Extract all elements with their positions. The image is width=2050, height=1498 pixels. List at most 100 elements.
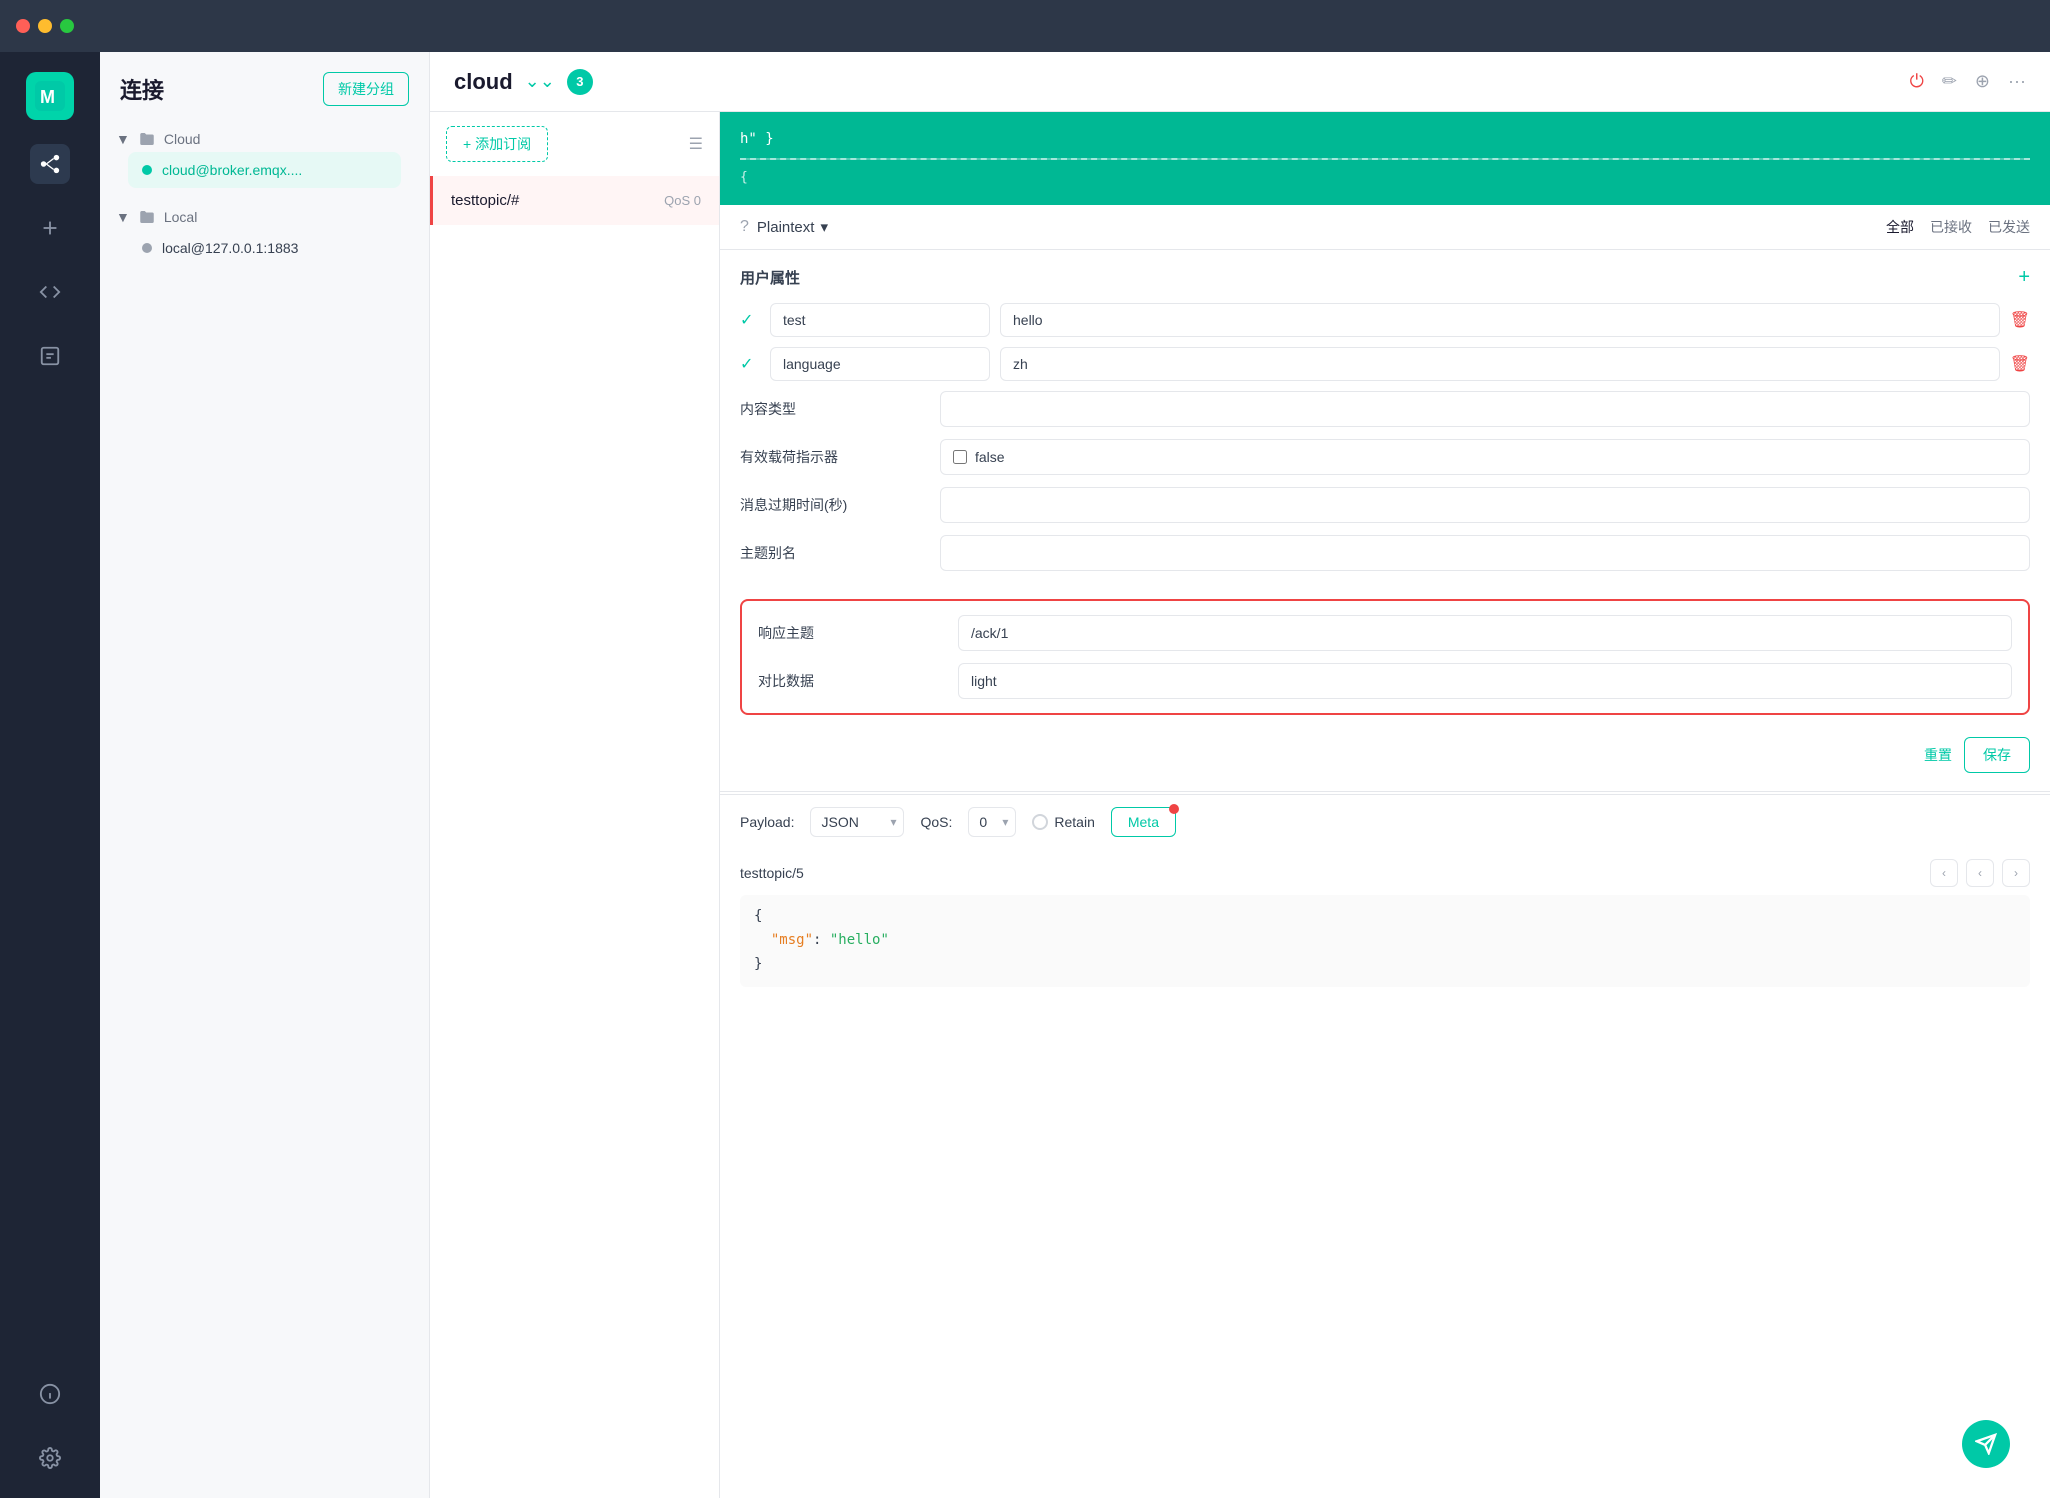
message-line-2: { [740, 168, 2030, 189]
add-property-icon[interactable]: + [2018, 266, 2030, 289]
connection-group-cloud: ▼ Cloud cloud@broker.emqx.... [100, 122, 429, 200]
group-label-cloud[interactable]: ▼ Cloud [116, 130, 413, 148]
group-name-local: Local [164, 209, 197, 225]
subscriptions-panel: + 添加订阅 ☰ testtopic/# QoS 0 [430, 112, 720, 1498]
connection-panel: 连接 新建分组 ▼ Cloud cloud@broker.emqx.... ▼ … [100, 52, 430, 1498]
arrow-icon: ▼ [116, 131, 130, 147]
filter-icon[interactable]: ☰ [689, 134, 703, 154]
connection-item-cloud[interactable]: cloud@broker.emqx.... [128, 152, 401, 188]
group-name-cloud: Cloud [164, 131, 201, 147]
form-row-correlation-data: 对比数据 [758, 663, 2012, 699]
traffic-light-close[interactable] [16, 19, 30, 33]
prop-delete-1[interactable]: 🗑 [2010, 310, 2030, 330]
sidebar-item-settings[interactable] [30, 1438, 70, 1478]
edit-icon[interactable]: ✏ [1942, 71, 1957, 92]
power-icon[interactable]: ⏻ [1910, 71, 1924, 92]
payload-format-select[interactable]: JSON Plaintext Hex Base64 [810, 807, 904, 837]
traffic-light-fullscreen[interactable] [60, 19, 74, 33]
filter-bar: ? Plaintext ▾ 全部 已接收 已发送 [720, 205, 2050, 250]
prop-key-2[interactable] [770, 347, 990, 381]
correlation-data-input[interactable] [958, 663, 2012, 699]
prop-value-1[interactable] [1000, 303, 2000, 337]
message-line-1: h" } [740, 128, 2030, 150]
nav-prev2-button[interactable]: ‹ [1966, 859, 1994, 887]
nav-next-button[interactable]: › [2002, 859, 2030, 887]
sidebar-item-info[interactable] [30, 1374, 70, 1414]
meta-dot [1169, 804, 1179, 814]
connection-title: cloud [454, 69, 513, 95]
publish-topic: testtopic/5 [740, 865, 804, 881]
qos-select-wrap: 0 1 2 [968, 807, 1016, 837]
divider [720, 791, 2050, 792]
dropdown-icon[interactable]: ⌄⌄ [525, 71, 555, 92]
subscription-qos: QoS 0 [664, 193, 701, 208]
add-subscription-button[interactable]: + 添加订阅 [446, 126, 548, 162]
connection-status-dot [142, 165, 152, 175]
payload-editor[interactable]: { "msg": "hello" } [740, 895, 2030, 986]
more-options-icon[interactable]: ··· [2008, 71, 2026, 92]
sidebar-item-connections[interactable] [30, 144, 70, 184]
svg-text:M: M [40, 87, 55, 107]
group-label-local[interactable]: ▼ Local [116, 208, 413, 226]
topbar-left: cloud ⌄⌄ 3 [454, 69, 593, 95]
prop-delete-2[interactable]: 🗑 [2010, 354, 2030, 374]
right-panel: h" } { ? Plaintext ▾ 全部 已接收 已发送 [720, 112, 2050, 1498]
save-button[interactable]: 保存 [1964, 737, 2030, 773]
sub-toolbar: + 添加订阅 ☰ [430, 112, 719, 176]
traffic-light-minimize[interactable] [38, 19, 52, 33]
payload-indicator-value: false [975, 449, 1005, 465]
main-area: cloud ⌄⌄ 3 ⏻ ✏ ⊕ ··· + 添加订阅 ☰ testtopic/… [430, 52, 2050, 1498]
property-row-2: ✓ 🗑 [740, 347, 2030, 381]
main-topbar: cloud ⌄⌄ 3 ⏻ ✏ ⊕ ··· [430, 52, 2050, 112]
prop-check-1[interactable]: ✓ [740, 310, 760, 330]
sidebar-item-script[interactable] [30, 272, 70, 312]
form-row-topic-alias: 主题别名 [740, 535, 2030, 571]
expiry-input[interactable] [940, 487, 2030, 523]
nav-prev-button[interactable]: ‹ [1930, 859, 1958, 887]
form-row-payload-indicator: 有效载荷指示器 false [740, 439, 2030, 475]
filter-option-received[interactable]: 已接收 [1930, 217, 1972, 237]
retain-radio[interactable] [1032, 814, 1048, 830]
subscription-topic: testtopic/# [451, 192, 519, 209]
content-type-input[interactable] [940, 391, 2030, 427]
subscription-item[interactable]: testtopic/# QoS 0 [430, 176, 719, 225]
send-button[interactable] [1962, 1420, 2010, 1468]
prop-value-2[interactable] [1000, 347, 2000, 381]
payload-label: Payload: [740, 814, 794, 830]
content-split: + 添加订阅 ☰ testtopic/# QoS 0 h" } { ? [430, 112, 2050, 1498]
help-icon[interactable]: ? [740, 218, 749, 236]
response-topic-label: 响应主题 [758, 623, 958, 643]
user-properties-title: 用户属性 [740, 267, 800, 288]
form-actions: 重置 保存 [720, 729, 2050, 789]
qos-label: QoS: [920, 814, 952, 830]
qos-select[interactable]: 0 1 2 [968, 807, 1016, 837]
filter-option-all[interactable]: 全部 [1886, 217, 1914, 237]
code-line-2: "msg": "hello" [754, 929, 2016, 953]
add-connection-icon[interactable]: ⊕ [1975, 71, 1990, 92]
form-row-expiry: 消息过期时间(秒) [740, 487, 2030, 523]
reset-button[interactable]: 重置 [1924, 737, 1952, 773]
topic-row: testtopic/5 ‹ ‹ › [740, 859, 2030, 887]
code-line-3: } [754, 953, 2016, 977]
topic-alias-input[interactable] [940, 535, 2030, 571]
sidebar-item-log[interactable] [30, 336, 70, 376]
meta-button[interactable]: Meta [1111, 807, 1176, 837]
expiry-label: 消息过期时间(秒) [740, 495, 940, 515]
format-label: Plaintext [757, 219, 815, 236]
message-badge: 3 [567, 69, 593, 95]
format-dropdown-icon: ▾ [820, 218, 828, 236]
prop-key-1[interactable] [770, 303, 990, 337]
response-topic-input[interactable] [958, 615, 2012, 651]
new-group-button[interactable]: 新建分组 [323, 72, 409, 106]
format-selector[interactable]: Plaintext ▾ [757, 218, 828, 236]
payload-indicator-control: false [940, 439, 2030, 475]
connection-item-local[interactable]: local@127.0.0.1:1883 [128, 230, 401, 266]
prop-check-2[interactable]: ✓ [740, 354, 760, 374]
sidebar-item-add[interactable] [30, 208, 70, 248]
message-display: h" } { [720, 112, 2050, 205]
highlighted-fields-section: 响应主题 对比数据 [740, 599, 2030, 715]
payload-indicator-label: 有效载荷指示器 [740, 447, 940, 467]
payload-indicator-checkbox[interactable] [953, 450, 967, 464]
filter-option-sent[interactable]: 已发送 [1988, 217, 2030, 237]
arrow-icon-local: ▼ [116, 209, 130, 225]
